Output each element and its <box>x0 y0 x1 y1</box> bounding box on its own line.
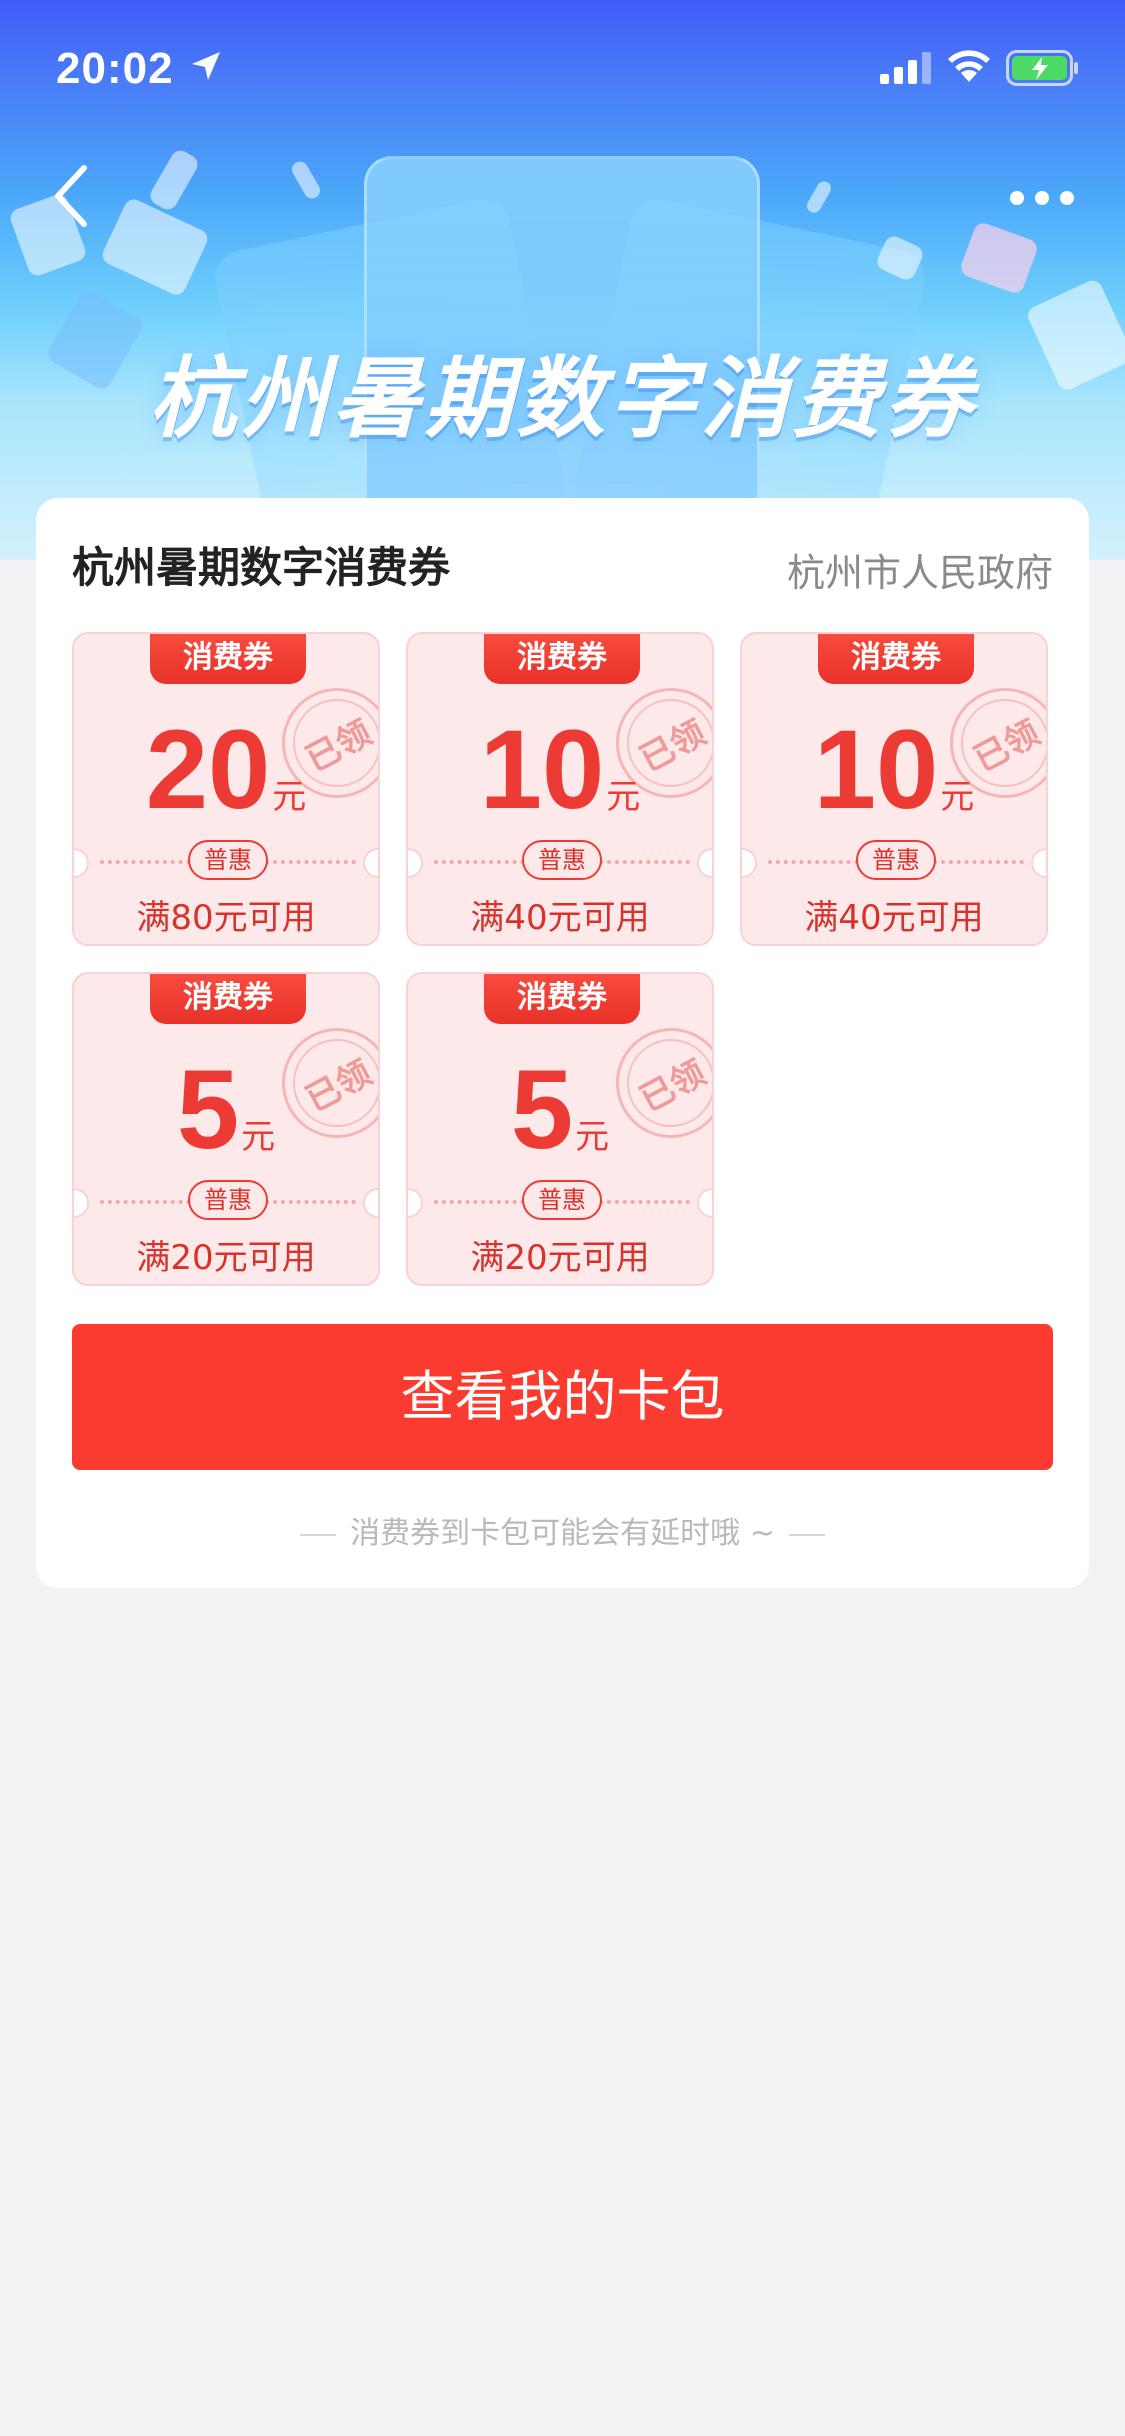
coupon-amount: 10元 <box>408 714 712 826</box>
view-wallet-button[interactable]: 查看我的卡包 <box>72 1324 1053 1470</box>
battery-charging-icon <box>1006 50 1078 86</box>
coupon-amount: 10元 <box>742 714 1046 826</box>
delay-notice-text: 消费券到卡包可能会有延时哦 ~ <box>350 1516 775 1551</box>
coupon[interactable]: 消费券 已领 20元 普惠 满80元可用 <box>72 632 380 946</box>
coupon-badge: 普惠 <box>522 1180 602 1220</box>
coupon-amount: 20元 <box>74 714 378 826</box>
coupon-amount-unit: 元 <box>575 1118 610 1156</box>
location-arrow-icon <box>192 52 220 80</box>
coupon-amount-unit: 元 <box>606 778 641 816</box>
back-icon[interactable] <box>44 160 96 232</box>
header-banner: 杭州暑期数字消费券 20:02 <box>0 0 1125 560</box>
coupon-amount-unit: 元 <box>272 778 307 816</box>
coupon-condition: 满20元可用 <box>470 1238 650 1278</box>
coupon-amount-value: 20 <box>145 707 271 832</box>
coupon-tag: 消费券 <box>484 634 640 684</box>
card-title: 杭州暑期数字消费券 <box>72 543 451 592</box>
coupon-badge: 普惠 <box>188 840 268 880</box>
coupon-condition: 满40元可用 <box>470 898 650 938</box>
card-issuer: 杭州市人民政府 <box>786 551 1053 595</box>
coupon-badge: 普惠 <box>522 840 602 880</box>
banner-deco <box>958 220 1040 296</box>
coupon-amount-value: 10 <box>479 707 605 832</box>
coupon-badge: 普惠 <box>188 1180 268 1220</box>
coupon-badge: 普惠 <box>856 840 936 880</box>
coupon-condition: 满80元可用 <box>136 898 316 938</box>
status-time: 20:02 <box>56 44 174 93</box>
more-dots-icon[interactable] <box>1008 186 1076 210</box>
coupon-amount-value: 5 <box>176 1047 240 1172</box>
coupon-amount-unit: 元 <box>241 1118 276 1156</box>
coupon[interactable]: 消费券 已领 5元 普惠 满20元可用 <box>72 972 380 1286</box>
coupon-card: 杭州暑期数字消费券 杭州市人民政府 消费券 已领 20元 普惠 满80元可用 消… <box>36 498 1089 1588</box>
banner-deco <box>146 147 202 213</box>
coupon-tag: 消费券 <box>484 974 640 1024</box>
coupon-amount: 5元 <box>408 1054 712 1166</box>
signal-icon <box>880 52 931 84</box>
coupon-tag: 消费券 <box>150 974 306 1024</box>
divider-line <box>788 1533 825 1536</box>
coupon-condition: 满40元可用 <box>804 898 984 938</box>
coupon[interactable]: 消费券 已领 10元 普惠 满40元可用 <box>740 632 1048 946</box>
coupon[interactable]: 消费券 已领 10元 普惠 满40元可用 <box>406 632 714 946</box>
delay-notice: 消费券到卡包可能会有延时哦 ~ <box>36 1508 1089 1552</box>
divider-line <box>300 1533 337 1536</box>
coupon-amount-value: 10 <box>813 707 939 832</box>
banner-deco <box>804 178 834 216</box>
banner-title: 杭州暑期数字消费券 <box>148 347 977 450</box>
coupon-amount: 5元 <box>74 1054 378 1166</box>
coupon-amount-unit: 元 <box>940 778 975 816</box>
coupon-tag: 消费券 <box>818 634 974 684</box>
coupon-amount-value: 5 <box>510 1047 574 1172</box>
banner-deco <box>99 196 211 298</box>
coupon[interactable]: 消费券 已领 5元 普惠 满20元可用 <box>406 972 714 1286</box>
wifi-icon <box>948 50 990 82</box>
coupon-condition: 满20元可用 <box>136 1238 316 1278</box>
banner-deco <box>289 158 323 202</box>
coupon-tag: 消费券 <box>150 634 306 684</box>
